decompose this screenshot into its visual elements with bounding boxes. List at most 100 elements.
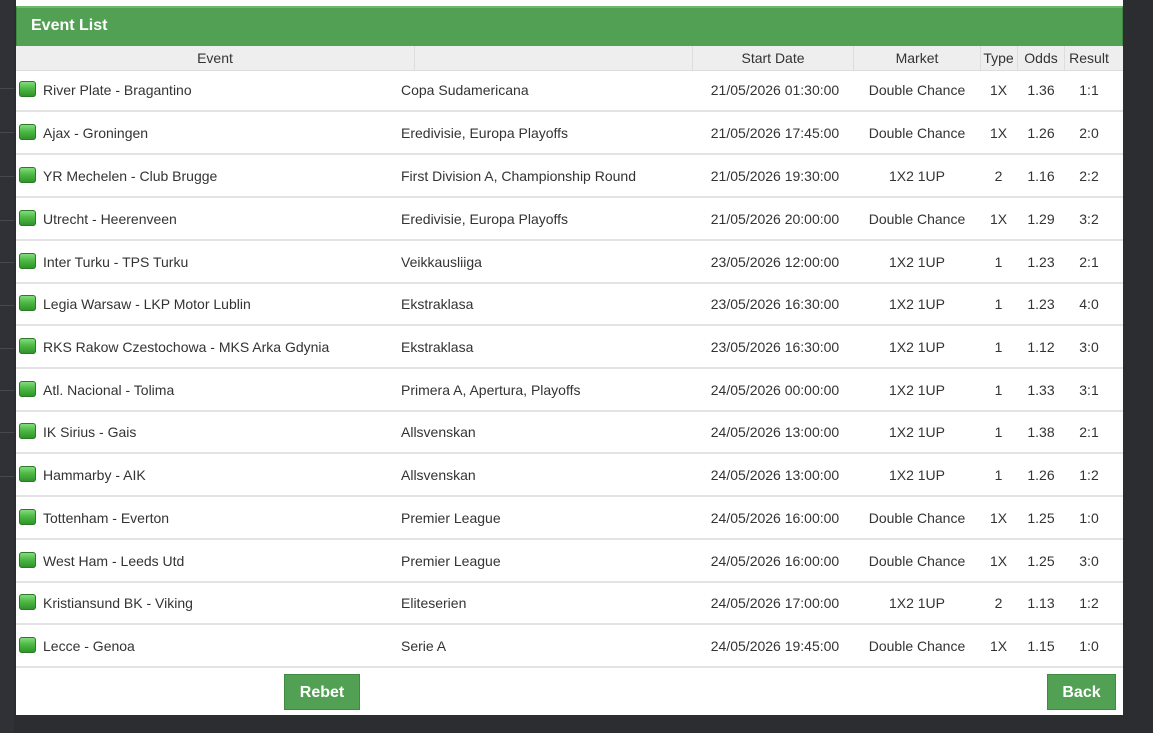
result: 1:0 xyxy=(1079,638,1099,654)
table-row[interactable]: Kristiansund BK - Viking Eliteserien 24/… xyxy=(16,583,1123,625)
result: 1:0 xyxy=(1079,510,1099,526)
market: Double Chance xyxy=(868,638,966,654)
result: 1:2 xyxy=(1079,467,1099,483)
green-status-icon xyxy=(19,466,36,482)
table-row[interactable]: River Plate - Bragantino Copa Sudamerica… xyxy=(16,70,1123,112)
bet-type: 1X xyxy=(989,638,1008,654)
bet-type: 1 xyxy=(994,382,1003,398)
odds: 1.23 xyxy=(1027,254,1055,270)
league-name: Allsvenskan xyxy=(401,424,476,440)
table-row[interactable]: YR Mechelen - Club Brugge First Division… xyxy=(16,156,1123,198)
strip-divider xyxy=(0,432,14,433)
strip-divider xyxy=(0,132,14,133)
table-row[interactable]: IK Sirius - Gais Allsvenskan 24/05/2026 … xyxy=(16,412,1123,454)
league-name: First Division A, Championship Round xyxy=(401,168,636,184)
result: 1:2 xyxy=(1079,595,1099,611)
bet-type: 1X xyxy=(989,510,1008,526)
column-header-league xyxy=(415,46,692,70)
panel-footer: Rebet Back xyxy=(16,669,1123,715)
strip-divider xyxy=(0,88,14,89)
market: 1X2 1UP xyxy=(888,254,946,270)
strip-divider xyxy=(0,176,14,177)
table-row[interactable]: Legia Warsaw - LKP Motor Lublin Ekstrakl… xyxy=(16,284,1123,326)
bet-type: 1 xyxy=(994,339,1003,355)
result: 3:1 xyxy=(1079,382,1099,398)
event-name: Ajax - Groningen xyxy=(43,125,149,141)
bet-type: 1X xyxy=(989,125,1008,141)
column-header-odds: Odds xyxy=(1024,50,1058,66)
bet-type: 1 xyxy=(994,296,1003,312)
market: Double Chance xyxy=(868,553,966,569)
table-row[interactable]: Utrecht - Heerenveen Eredivisie, Europa … xyxy=(16,199,1123,241)
league-name: Ekstraklasa xyxy=(401,339,474,355)
green-status-icon xyxy=(19,423,36,439)
result: 3:0 xyxy=(1079,553,1099,569)
market: 1X2 1UP xyxy=(888,382,946,398)
table-row[interactable]: Ajax - Groningen Eredivisie, Europa Play… xyxy=(16,113,1123,155)
event-name: Atl. Nacional - Tolima xyxy=(43,382,175,398)
green-status-icon xyxy=(19,295,36,311)
table-row[interactable]: Lecce - Genoa Serie A 24/05/2026 19:45:0… xyxy=(16,626,1123,668)
league-name: Serie A xyxy=(401,638,447,654)
start-date: 24/05/2026 13:00:00 xyxy=(710,424,840,440)
left-background-strip xyxy=(0,0,14,733)
result: 2:1 xyxy=(1079,254,1099,270)
market: 1X2 1UP xyxy=(888,296,946,312)
strip-divider xyxy=(0,220,14,221)
table-row[interactable]: Inter Turku - TPS Turku Veikkausliiga 23… xyxy=(16,242,1123,284)
event-name: Legia Warsaw - LKP Motor Lublin xyxy=(43,296,251,312)
start-date: 23/05/2026 16:30:00 xyxy=(710,296,840,312)
event-name: RKS Rakow Czestochowa - MKS Arka Gdynia xyxy=(43,339,330,355)
league-name: Copa Sudamericana xyxy=(401,82,529,98)
table-row[interactable]: Hammarby - AIK Allsvenskan 24/05/2026 13… xyxy=(16,455,1123,497)
table-row[interactable]: Atl. Nacional - Tolima Primera A, Apertu… xyxy=(16,370,1123,412)
market: Double Chance xyxy=(868,211,966,227)
start-date: 21/05/2026 19:30:00 xyxy=(710,168,840,184)
odds: 1.15 xyxy=(1027,638,1055,654)
event-name: IK Sirius - Gais xyxy=(43,424,137,440)
bet-type: 2 xyxy=(994,595,1003,611)
odds: 1.38 xyxy=(1027,424,1055,440)
start-date: 24/05/2026 13:00:00 xyxy=(710,467,840,483)
column-header-market: Market xyxy=(895,50,939,66)
odds: 1.16 xyxy=(1027,168,1055,184)
strip-divider xyxy=(0,348,14,349)
column-header-type: Type xyxy=(983,50,1014,66)
result: 3:0 xyxy=(1079,339,1099,355)
odds: 1.26 xyxy=(1027,467,1055,483)
market: 1X2 1UP xyxy=(888,424,946,440)
rebet-button[interactable]: Rebet xyxy=(284,674,360,710)
bet-type: 2 xyxy=(994,168,1003,184)
league-name: Allsvenskan xyxy=(401,467,476,483)
start-date: 24/05/2026 16:00:00 xyxy=(710,510,840,526)
strip-divider xyxy=(0,262,14,263)
green-status-icon xyxy=(19,552,36,568)
table-row[interactable]: Tottenham - Everton Premier League 24/05… xyxy=(16,498,1123,540)
start-date: 21/05/2026 01:30:00 xyxy=(710,82,840,98)
green-status-icon xyxy=(19,253,36,269)
start-date: 24/05/2026 16:00:00 xyxy=(710,553,840,569)
green-status-icon xyxy=(19,167,36,183)
event-name: Kristiansund BK - Viking xyxy=(43,595,193,611)
strip-divider xyxy=(0,305,14,306)
start-date: 21/05/2026 20:00:00 xyxy=(710,211,840,227)
green-status-icon xyxy=(19,338,36,354)
start-date: 24/05/2026 19:45:00 xyxy=(710,638,840,654)
table-header: Event Start Date Market Type Odds Result xyxy=(16,46,1123,71)
event-name: West Ham - Leeds Utd xyxy=(43,553,185,569)
result: 3:2 xyxy=(1079,211,1099,227)
bet-type: 1 xyxy=(994,254,1003,270)
odds: 1.36 xyxy=(1027,82,1055,98)
odds: 1.23 xyxy=(1027,296,1055,312)
table-row[interactable]: RKS Rakow Czestochowa - MKS Arka Gdynia … xyxy=(16,327,1123,369)
event-name: Tottenham - Everton xyxy=(43,510,170,526)
odds: 1.26 xyxy=(1027,125,1055,141)
league-name: Primera A, Apertura, Playoffs xyxy=(401,382,581,398)
start-date: 24/05/2026 00:00:00 xyxy=(710,382,840,398)
result: 4:0 xyxy=(1079,296,1099,312)
result: 2:0 xyxy=(1079,125,1099,141)
league-name: Veikkausliiga xyxy=(401,254,482,270)
back-button[interactable]: Back xyxy=(1047,674,1116,710)
table-row[interactable]: West Ham - Leeds Utd Premier League 24/0… xyxy=(16,541,1123,583)
panel-title-bar: Event List xyxy=(16,6,1123,47)
